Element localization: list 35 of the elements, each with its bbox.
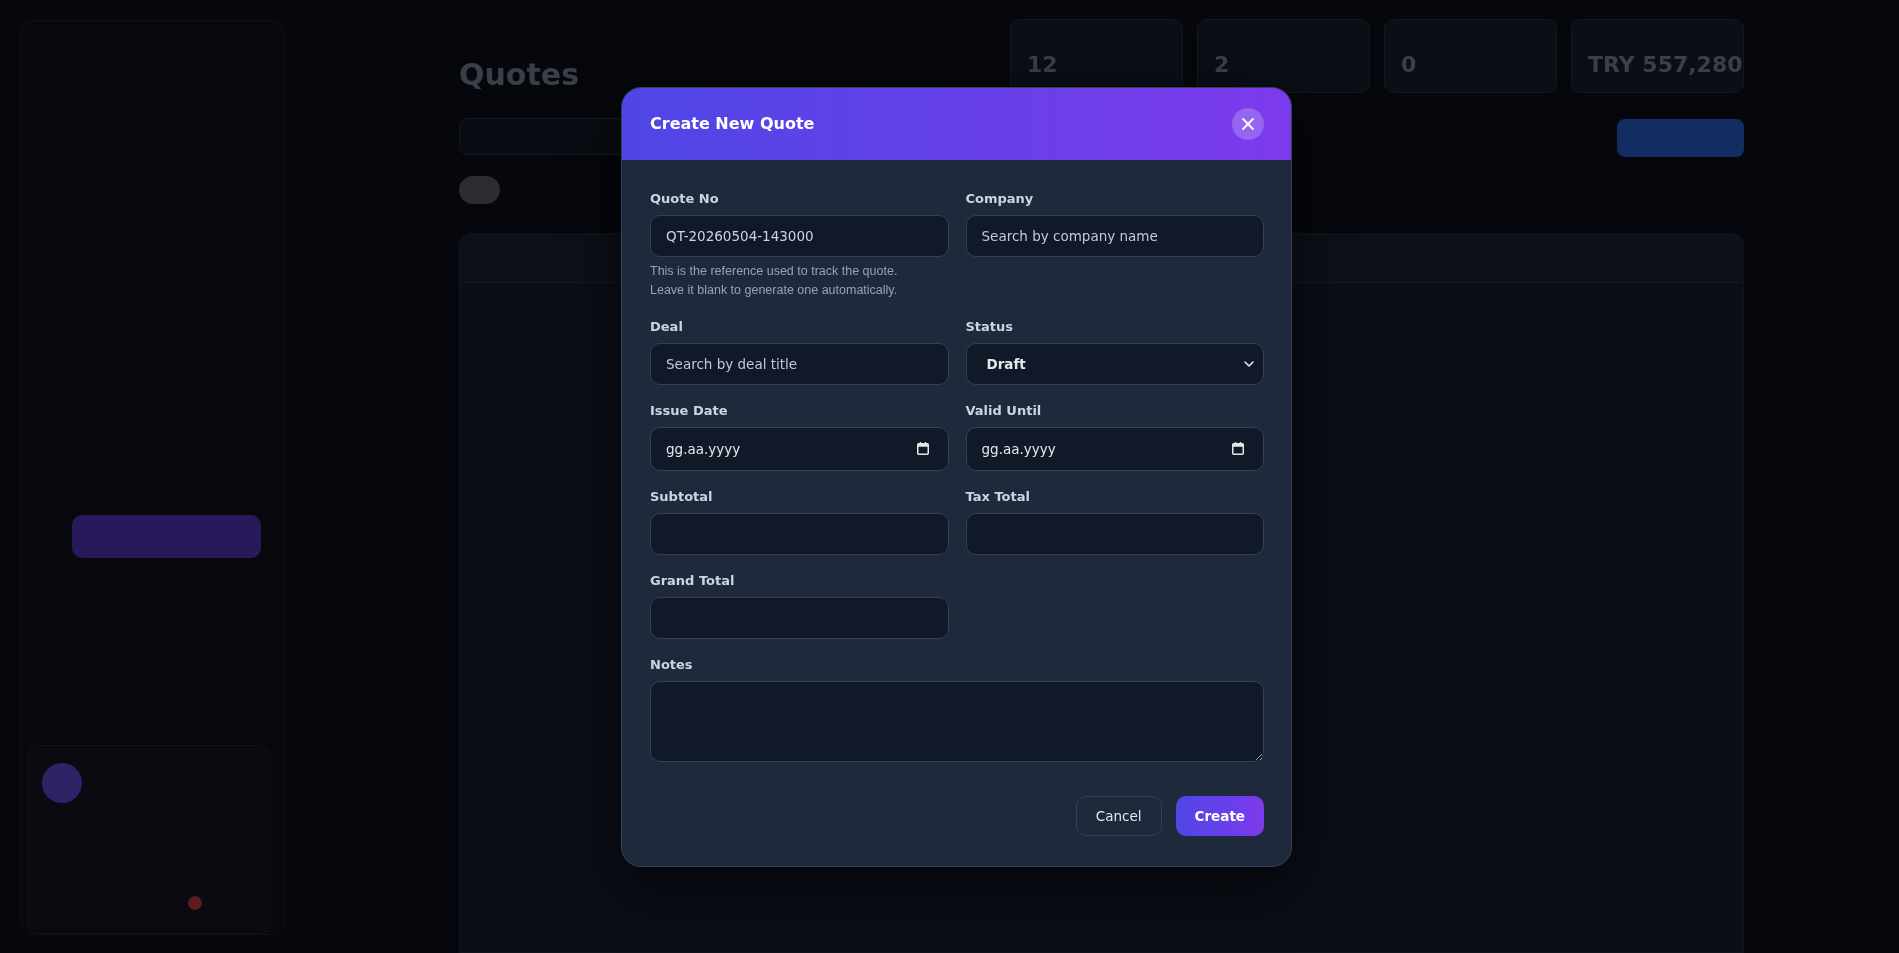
field-label: Notes bbox=[650, 655, 694, 673]
field-label: Issue Date bbox=[650, 401, 729, 419]
field-label: Tax Total bbox=[965, 487, 1031, 505]
field-label: Company bbox=[965, 189, 1035, 207]
calendar-icon bbox=[916, 442, 929, 455]
input-field[interactable] bbox=[650, 512, 949, 555]
input-field[interactable] bbox=[965, 512, 1264, 555]
new-quote-button[interactable] bbox=[1617, 119, 1744, 157]
page-title: Quotes bbox=[459, 57, 579, 93]
field-label: Valid Until bbox=[965, 401, 1043, 419]
field-label: Status bbox=[965, 317, 1015, 335]
close-button[interactable] bbox=[1232, 107, 1264, 140]
notes-field[interactable] bbox=[650, 680, 1264, 762]
field-label: Deal bbox=[650, 317, 684, 335]
date-field[interactable]: gg.aa.yyyy bbox=[650, 426, 949, 471]
field-label: Subtotal bbox=[650, 487, 714, 505]
filter-chip[interactable] bbox=[459, 176, 500, 204]
input-field[interactable]: Search by deal title bbox=[650, 342, 949, 385]
calendar-icon bbox=[1232, 442, 1244, 455]
field-label: Quote No bbox=[650, 189, 720, 207]
input-field[interactable]: Search by company name bbox=[965, 214, 1264, 257]
modal-title: Create New Quote bbox=[650, 114, 815, 133]
field-label: Grand Total bbox=[650, 571, 736, 589]
close-icon bbox=[1242, 117, 1254, 130]
avatar-icon bbox=[42, 763, 82, 803]
select-field[interactable]: Draft bbox=[965, 342, 1264, 385]
active-nav-item[interactable] bbox=[72, 515, 261, 558]
input-field[interactable]: QT-20260504-143000 bbox=[650, 214, 949, 257]
chevron-down-icon bbox=[1244, 360, 1254, 367]
cancel-button[interactable]: Cancel bbox=[1075, 795, 1162, 836]
create-button[interactable]: Create bbox=[1175, 795, 1264, 836]
help-text: This is the reference used to track the quote. Leave it blank to generate one automatically. bbox=[650, 262, 899, 299]
notification-dot-icon bbox=[188, 896, 202, 910]
date-field[interactable]: gg.aa.yyyy bbox=[965, 426, 1264, 471]
input-field[interactable] bbox=[650, 596, 949, 639]
